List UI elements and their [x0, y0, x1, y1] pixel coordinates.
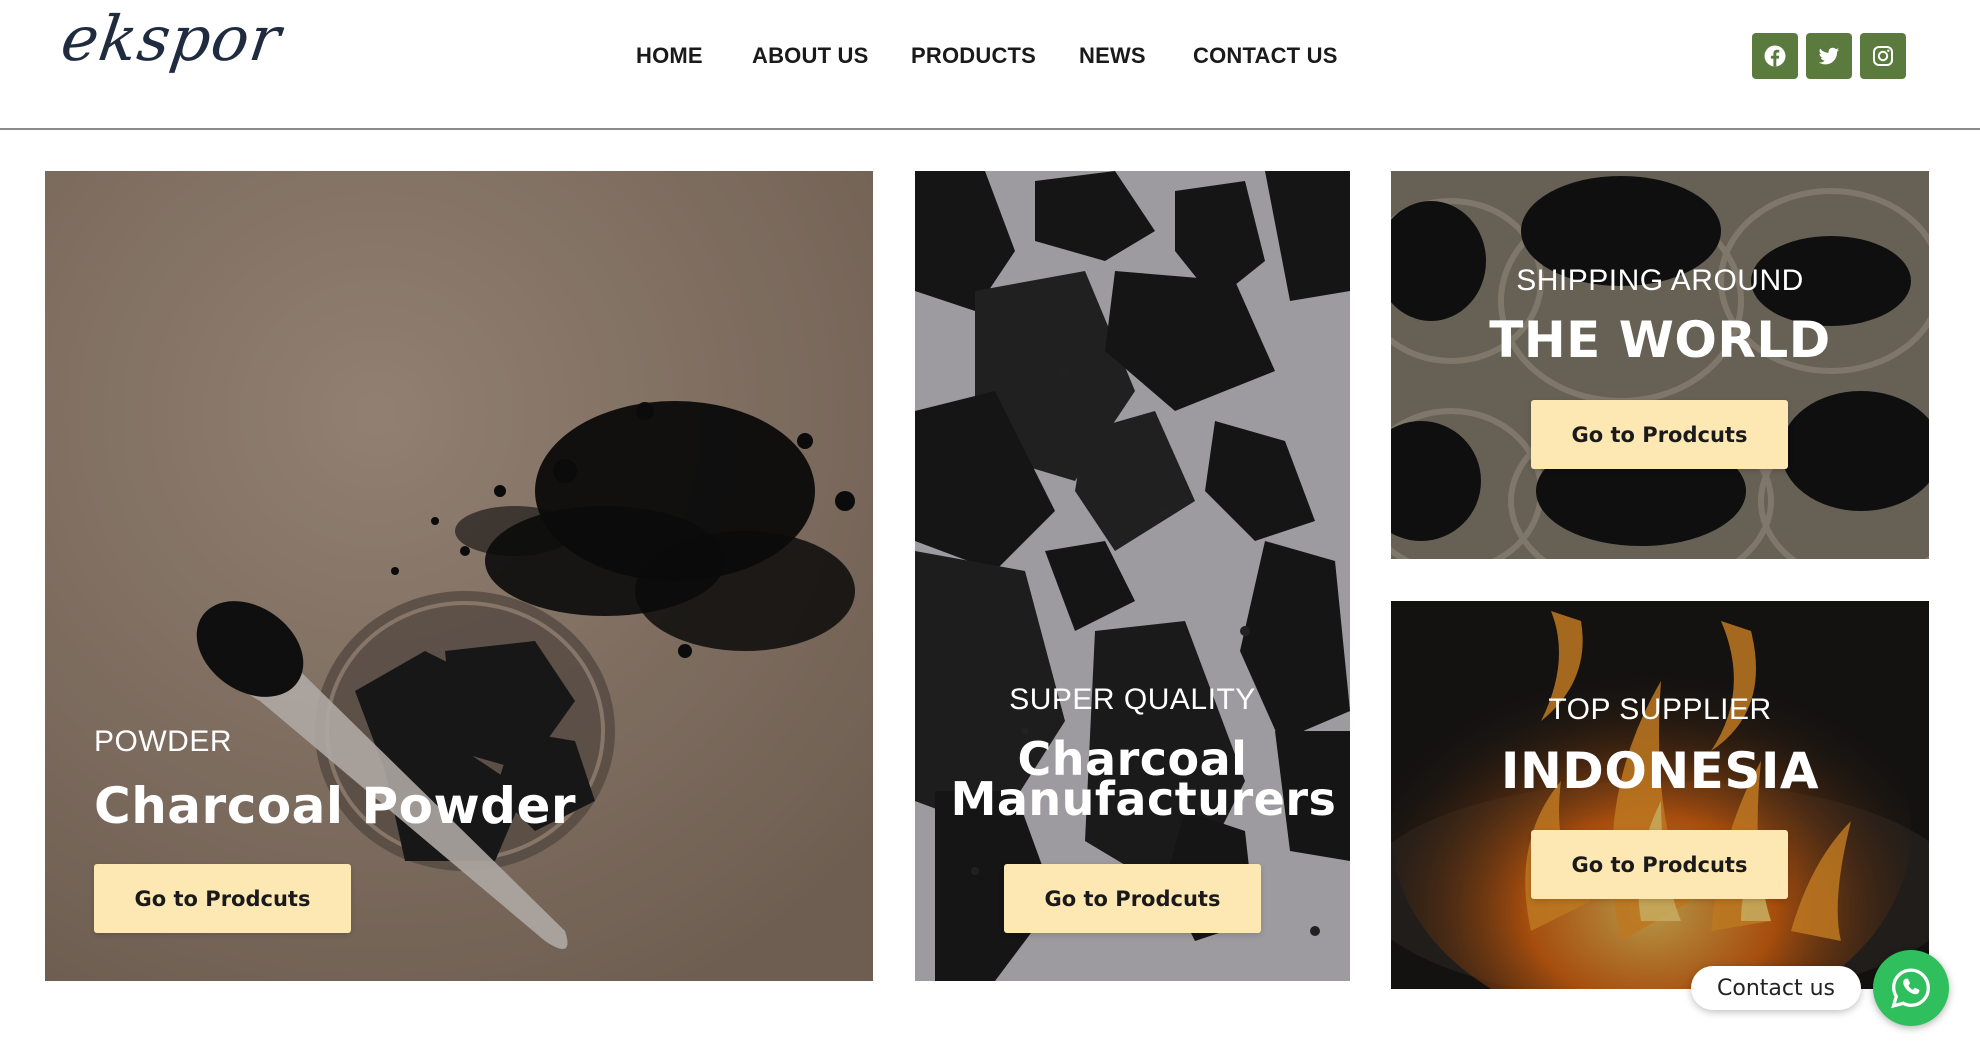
card-kicker: TOP SUPPLIER [1548, 693, 1772, 726]
nav-contact-us[interactable]: CONTACT US [1193, 38, 1338, 74]
go-to-products-button[interactable]: Go to Prodcuts [1004, 864, 1261, 933]
whatsapp-icon [1891, 968, 1930, 1009]
card-title: INDONESIA [1500, 742, 1820, 800]
twitter-button[interactable] [1806, 33, 1852, 79]
card-charcoal-powder[interactable]: POWDER Charcoal Powder Go to Prodcuts [45, 171, 873, 981]
instagram-icon [1873, 46, 1893, 66]
site-header: ekspor HOME ABOUT US PRODUCTS NEWS CONTA… [0, 0, 1980, 130]
card-kicker: POWDER [94, 725, 232, 758]
nav-news[interactable]: NEWS [1079, 38, 1146, 74]
whatsapp-button[interactable] [1873, 950, 1949, 1026]
card-title-line-2: Manufacturers [950, 772, 1337, 826]
nav-home[interactable]: HOME [636, 38, 703, 74]
go-to-products-button[interactable]: Go to Prodcuts [94, 864, 351, 933]
twitter-icon [1818, 47, 1840, 65]
go-to-products-button[interactable]: Go to Prodcuts [1531, 400, 1788, 469]
card-text-block: POWDER [94, 725, 232, 759]
card-title: Charcoal Powder [94, 777, 577, 835]
card-top-supplier-indonesia[interactable]: TOP SUPPLIER INDONESIA Go to Prodcuts [1391, 601, 1929, 989]
main-nav: HOME ABOUT US PRODUCTS NEWS CONTACT US [0, 38, 1980, 74]
card-shipping-around-the-world[interactable]: SHIPPING AROUND THE WORLD Go to Prodcuts [1391, 171, 1929, 559]
card-charcoal-manufacturers[interactable]: SUPER QUALITY Charcoal Manufacturers Go … [915, 171, 1350, 981]
whatsapp-contact-label[interactable]: Contact us [1691, 966, 1861, 1010]
nav-about-us[interactable]: ABOUT US [752, 38, 869, 74]
card-kicker: SUPER QUALITY [1009, 683, 1256, 716]
charcoal-powder-photo [45, 171, 873, 981]
card-title: THE WORLD [1489, 311, 1831, 369]
go-to-products-button[interactable]: Go to Prodcuts [1531, 830, 1788, 899]
instagram-button[interactable] [1860, 33, 1906, 79]
card-kicker: SHIPPING AROUND [1516, 264, 1804, 297]
facebook-icon [1764, 45, 1786, 67]
card-title: Charcoal Manufacturers [915, 736, 1350, 826]
nav-products[interactable]: PRODUCTS [911, 38, 1036, 74]
facebook-button[interactable] [1752, 33, 1798, 79]
charcoal-chunks-photo [915, 171, 1350, 981]
